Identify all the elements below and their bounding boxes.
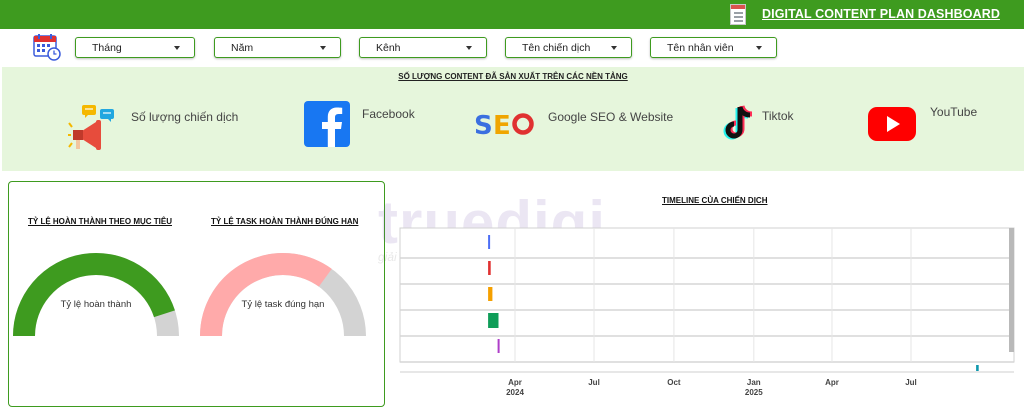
timeline-task-bar bbox=[488, 287, 493, 301]
gauge-completion-title: TỶ LỆ HOÀN THÀNH THEO MỤC TIÊU bbox=[28, 217, 172, 226]
svg-text:S: S bbox=[474, 111, 493, 139]
timeline-tick-year: 2024 bbox=[506, 388, 524, 397]
timeline-task-bar bbox=[488, 235, 491, 249]
chevron-down-icon bbox=[466, 46, 472, 50]
timeline-tick-label: Apr bbox=[825, 378, 839, 387]
platform-facebook-label: Facebook bbox=[362, 107, 415, 121]
youtube-icon bbox=[868, 107, 916, 141]
megaphone-icon bbox=[68, 105, 114, 150]
platform-seo-label: Google SEO & Website bbox=[548, 110, 674, 124]
chevron-down-icon bbox=[756, 46, 762, 50]
gauge-completion-label: Tỷ lệ hoàn thành bbox=[60, 299, 132, 310]
filter-employee-label: Tên nhân viên bbox=[667, 42, 734, 54]
platform-campaigns-label: Số lượng chiến dịch bbox=[131, 110, 239, 124]
timeline-task-bar bbox=[976, 365, 979, 371]
timeline-tick-label: Jul bbox=[905, 378, 917, 387]
timeline-tick-label: Jul bbox=[588, 378, 600, 387]
platform-youtube-label: YouTube bbox=[930, 105, 978, 119]
gauges-panel: TỶ LỆ HOÀN THÀNH THEO MỤC TIÊU TỶ LỆ TAS… bbox=[8, 181, 385, 407]
filter-month-dropdown[interactable]: Tháng bbox=[75, 37, 195, 58]
timeline-tick-label: Apr bbox=[508, 378, 522, 387]
timeline-title: TIMELINE CỦA CHIẾN DỊCH bbox=[662, 196, 768, 205]
chevron-down-icon bbox=[611, 46, 617, 50]
header-bar: DIGITAL CONTENT PLAN DASHBOARD bbox=[0, 0, 1024, 29]
timeline-scrollbar bbox=[1009, 228, 1014, 352]
gauge-ontime-label: Tỷ lệ task đúng hạn bbox=[241, 299, 325, 310]
timeline-tick-year: 2025 bbox=[745, 388, 763, 397]
filter-channel-label: Kênh bbox=[376, 42, 401, 54]
platforms-title: SỐ LƯỢNG CONTENT ĐÃ SẢN XUẤT TRÊN CÁC NỀ… bbox=[398, 72, 628, 81]
filter-month-label: Tháng bbox=[92, 42, 122, 54]
gauge-completion-chart bbox=[13, 252, 179, 337]
filter-campaign-label: Tên chiến dịch bbox=[522, 42, 591, 54]
calendar-clock-icon bbox=[33, 34, 61, 61]
facebook-icon bbox=[304, 101, 350, 147]
svg-text:E: E bbox=[493, 111, 511, 139]
timeline-task-bar bbox=[497, 339, 500, 353]
chevron-down-icon bbox=[320, 46, 326, 50]
dashboard-title-link[interactable]: DIGITAL CONTENT PLAN DASHBOARD bbox=[762, 7, 1000, 21]
filter-channel-dropdown[interactable]: Kênh bbox=[359, 37, 487, 58]
filter-employee-dropdown[interactable]: Tên nhân viên bbox=[650, 37, 777, 58]
gauge-ontime-chart bbox=[200, 253, 366, 337]
filter-year-label: Năm bbox=[231, 42, 254, 54]
timeline-task-bar bbox=[488, 261, 491, 275]
timeline-chart: Apr2024Jul Oct Jan2025Apr Jul bbox=[399, 227, 1015, 397]
spreadsheet-icon bbox=[730, 4, 746, 25]
chevron-down-icon bbox=[174, 46, 180, 50]
platform-tiktok-label: Tiktok bbox=[762, 109, 794, 123]
filter-campaign-dropdown[interactable]: Tên chiến dịch bbox=[505, 37, 632, 58]
timeline-task-bar bbox=[488, 313, 499, 328]
tiktok-icon bbox=[723, 105, 753, 140]
timeline-tick-label: Jan bbox=[747, 378, 761, 387]
timeline-tick-label: Oct bbox=[667, 378, 681, 387]
gauge-ontime-title: TỶ LỆ TASK HOÀN THÀNH ĐÚNG HẠN bbox=[211, 217, 359, 226]
platforms-panel: SỐ LƯỢNG CONTENT ĐÃ SẢN XUẤT TRÊN CÁC NỀ… bbox=[2, 67, 1024, 171]
seo-icon: S E bbox=[474, 111, 534, 139]
filter-year-dropdown[interactable]: Năm bbox=[214, 37, 341, 58]
